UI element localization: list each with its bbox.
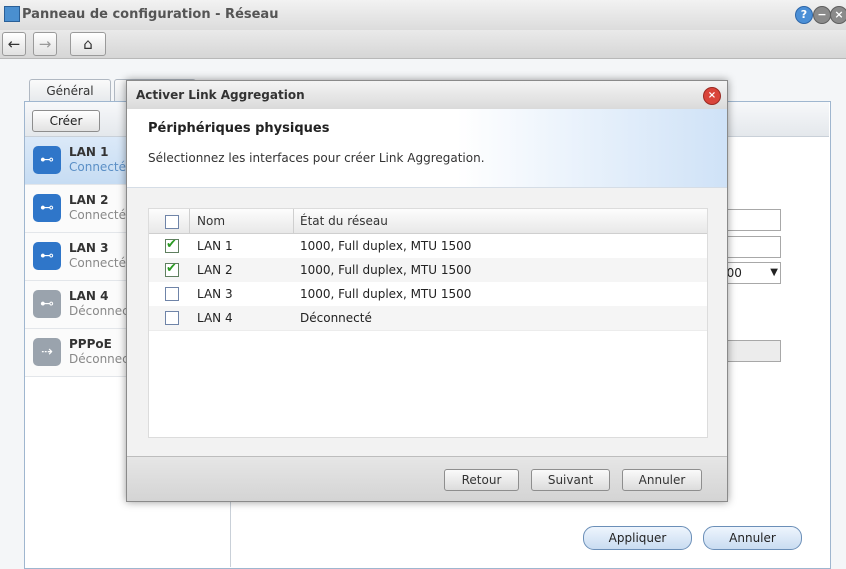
pppoe-icon: ⇢ xyxy=(33,338,61,366)
row-checkbox[interactable] xyxy=(165,261,179,277)
table-row[interactable]: LAN 3 1000, Full duplex, MTU 1500 xyxy=(149,282,707,307)
network-port-icon: ⊷ xyxy=(33,194,61,222)
interface-name: LAN 2 xyxy=(69,193,109,207)
navigation-bar: ← → ⌂ xyxy=(0,30,846,59)
interface-name: LAN 1 xyxy=(69,145,109,159)
table-row[interactable]: LAN 2 1000, Full duplex, MTU 1500 xyxy=(149,258,707,283)
table-row[interactable]: LAN 1 1000, Full duplex, MTU 1500 xyxy=(149,234,707,259)
row-name: LAN 2 xyxy=(197,263,233,277)
tab-general[interactable]: Général xyxy=(29,79,111,102)
window-title: Panneau de configuration - Réseau xyxy=(22,7,279,22)
minimize-icon[interactable]: − xyxy=(813,6,831,24)
row-state: 1000, Full duplex, MTU 1500 xyxy=(300,263,472,277)
interface-status: Connecté xyxy=(69,256,126,270)
table-row[interactable]: LAN 4 Déconnecté xyxy=(149,306,707,331)
network-port-icon: ⊷ xyxy=(33,146,61,174)
control-panel-icon xyxy=(4,6,20,22)
row-checkbox[interactable] xyxy=(165,311,179,325)
row-name: LAN 1 xyxy=(197,239,233,253)
back-arrow-icon[interactable]: ← xyxy=(2,32,26,56)
column-header-name[interactable]: Nom xyxy=(197,214,225,228)
window-titlebar: Panneau de configuration - Réseau ? − × xyxy=(0,0,846,31)
row-checkbox[interactable] xyxy=(165,287,179,301)
close-icon[interactable]: × xyxy=(703,87,721,105)
grid-header: Nom État du réseau xyxy=(149,209,707,234)
home-icon[interactable]: ⌂ xyxy=(70,32,106,56)
create-button[interactable]: Créer xyxy=(32,110,100,132)
dialog-titlebar: Activer Link Aggregation × xyxy=(127,81,727,110)
row-state: 1000, Full duplex, MTU 1500 xyxy=(300,287,472,301)
dialog-header: Périphériques physiques Sélectionnez les… xyxy=(127,109,727,188)
dialog-footer: Retour Suivant Annuler xyxy=(127,456,727,501)
interfaces-grid: Nom État du réseau LAN 1 1000, Full dupl… xyxy=(148,208,708,438)
interface-status: Connecté xyxy=(69,160,126,174)
column-divider xyxy=(293,209,294,233)
dialog-heading: Périphériques physiques xyxy=(148,121,330,136)
help-icon[interactable]: ? xyxy=(795,6,813,24)
row-state: 1000, Full duplex, MTU 1500 xyxy=(300,239,472,253)
apply-button[interactable]: Appliquer xyxy=(583,526,692,550)
network-port-icon: ⊷ xyxy=(33,242,61,270)
network-port-disconnected-icon: ⊷ xyxy=(33,290,61,318)
dialog-body: Nom État du réseau LAN 1 1000, Full dupl… xyxy=(127,188,727,456)
column-divider xyxy=(189,209,190,233)
cancel-button[interactable]: Annuler xyxy=(622,469,702,491)
dialog-description: Sélectionnez les interfaces pour créer L… xyxy=(148,151,485,165)
dialog-title: Activer Link Aggregation xyxy=(136,88,305,102)
interface-status: Connecté xyxy=(69,208,126,222)
interface-name: LAN 4 xyxy=(69,289,109,303)
interface-name: LAN 3 xyxy=(69,241,109,255)
back-button[interactable]: Retour xyxy=(444,469,519,491)
row-state: Déconnecté xyxy=(300,311,372,325)
column-header-state[interactable]: État du réseau xyxy=(300,214,388,228)
interface-name: PPPoE xyxy=(69,337,112,351)
cancel-main-button[interactable]: Annuler xyxy=(703,526,802,550)
next-button[interactable]: Suivant xyxy=(531,469,610,491)
link-aggregation-dialog: Activer Link Aggregation × Périphériques… xyxy=(126,80,728,502)
close-window-icon[interactable]: × xyxy=(830,6,846,24)
row-checkbox[interactable] xyxy=(165,237,179,253)
forward-arrow-icon[interactable]: → xyxy=(33,32,57,56)
select-all-checkbox[interactable] xyxy=(165,215,179,229)
row-name: LAN 3 xyxy=(197,287,233,301)
row-name: LAN 4 xyxy=(197,311,233,325)
chevron-down-icon: ▼ xyxy=(770,267,778,278)
